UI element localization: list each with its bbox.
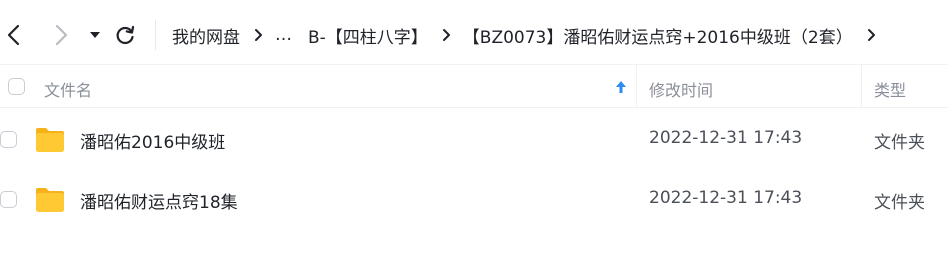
breadcrumb-item-category[interactable]: B-【四柱八字】 — [308, 23, 428, 48]
column-divider[interactable] — [861, 65, 862, 107]
table-header: 文件名 修改时间 类型 — [0, 64, 947, 108]
breadcrumb-item-root[interactable]: 我的网盘 — [172, 23, 240, 48]
row-modified-time: 2022-12-31 17:43 — [649, 128, 803, 148]
column-divider[interactable] — [636, 65, 637, 107]
column-header-modified[interactable]: 修改时间 — [649, 77, 713, 101]
history-dropdown-button[interactable] — [84, 22, 106, 48]
row-checkbox[interactable] — [0, 131, 17, 148]
toolbar: 我的网盘 … B-【四柱八字】 【BZ0073】潘昭佑财运点窍+2016中级班（… — [0, 0, 947, 64]
caret-down-icon — [90, 32, 100, 38]
breadcrumb: 我的网盘 … B-【四柱八字】 【BZ0073】潘昭佑财运点窍+2016中级班（… — [172, 20, 917, 50]
row-checkbox[interactable] — [0, 191, 17, 208]
toolbar-divider — [155, 20, 156, 50]
back-button[interactable] — [3, 22, 25, 48]
table-row[interactable]: 潘昭佑2016中级班 2022-12-31 17:43 文件夹 — [0, 110, 947, 170]
breadcrumb-item-current[interactable]: 【BZ0073】潘昭佑财运点窍+2016中级班（2套） — [463, 23, 853, 48]
breadcrumb-separator-icon — [254, 28, 263, 42]
row-file-name[interactable]: 潘昭佑财运点窍18集 — [80, 188, 238, 213]
folder-icon — [36, 128, 64, 152]
folder-icon — [36, 188, 64, 212]
table-row[interactable]: 潘昭佑财运点窍18集 2022-12-31 17:43 文件夹 — [0, 170, 947, 230]
row-file-name[interactable]: 潘昭佑2016中级班 — [80, 128, 225, 153]
row-file-type: 文件夹 — [874, 133, 925, 153]
refresh-icon — [116, 25, 135, 45]
column-header-name[interactable]: 文件名 — [44, 77, 92, 101]
column-header-type[interactable]: 类型 — [874, 77, 906, 101]
breadcrumb-item-ellipsis[interactable]: … — [275, 25, 292, 45]
breadcrumb-separator-icon — [442, 28, 451, 42]
breadcrumb-more-icon[interactable] — [867, 28, 876, 42]
chevron-right-icon — [55, 24, 68, 46]
chevron-left-icon — [7, 24, 20, 46]
row-file-type: 文件夹 — [874, 193, 925, 213]
row-modified-time: 2022-12-31 17:43 — [649, 188, 803, 208]
select-all-checkbox[interactable] — [8, 78, 25, 95]
arrow-up-icon[interactable] — [614, 79, 628, 95]
refresh-button[interactable] — [114, 22, 136, 48]
forward-button[interactable] — [50, 22, 72, 48]
